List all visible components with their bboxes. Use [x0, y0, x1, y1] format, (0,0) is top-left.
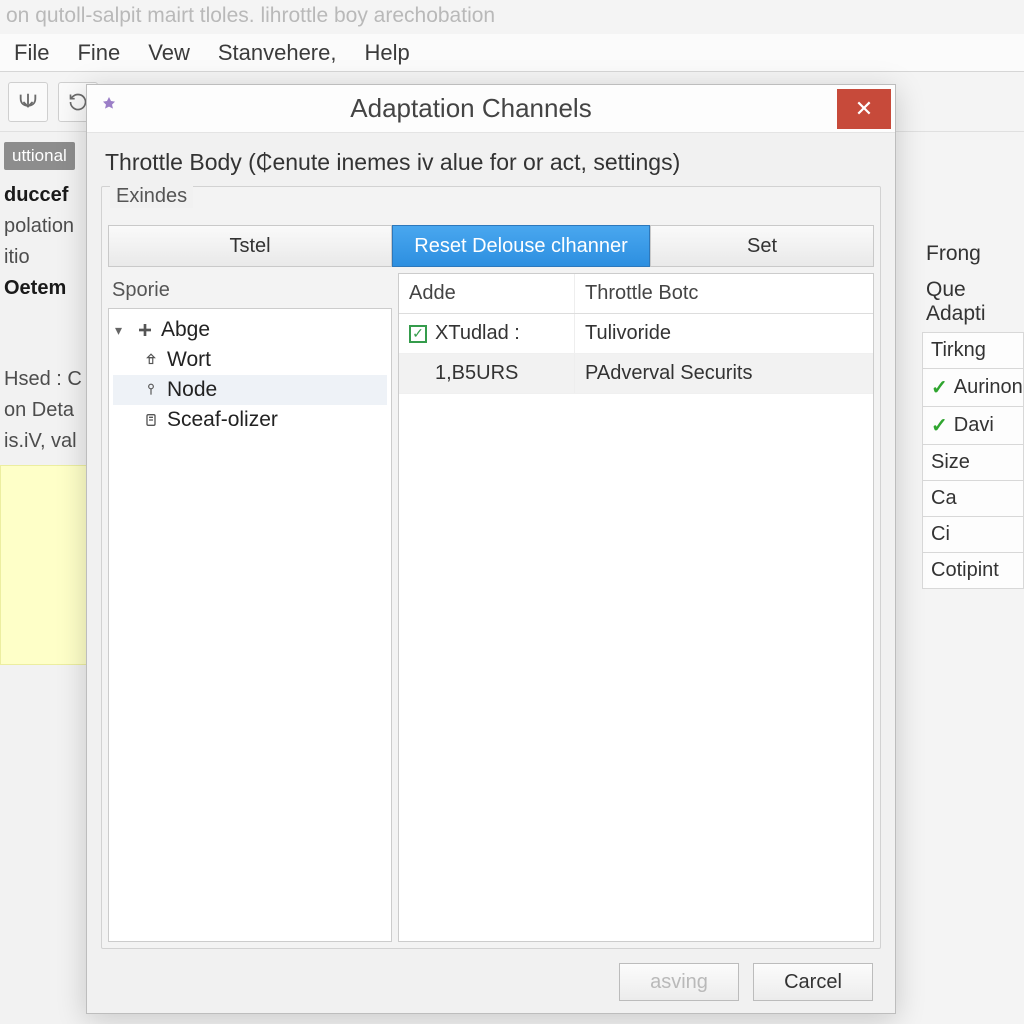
- menu-file[interactable]: File: [0, 34, 63, 72]
- menu-fine[interactable]: Fine: [63, 34, 134, 72]
- right-header: Frong: [922, 236, 1024, 272]
- tree-node-root[interactable]: ▾ Abge: [113, 315, 387, 345]
- tree-node[interactable]: Wort: [113, 345, 387, 375]
- column-header-throttle[interactable]: Throttle Botc: [575, 274, 873, 313]
- right-cell[interactable]: ✓Aurinon: [922, 368, 1024, 407]
- tree-node-label: Node: [167, 378, 217, 402]
- right-cell[interactable]: Cotipint: [922, 552, 1024, 589]
- right-panel: Frong Que Adapti Tirkng ✓Aurinon ✓Davi S…: [922, 236, 1024, 588]
- node-icon: [141, 410, 161, 430]
- cell-value: Tulivoride: [575, 314, 873, 353]
- group-label: Exindes: [110, 185, 193, 208]
- sidebar-label: Oetem: [0, 273, 90, 304]
- sidebar-label: polation: [0, 211, 90, 242]
- tree-node-label: Wort: [167, 348, 211, 372]
- right-header: Que Adapti: [922, 272, 1024, 332]
- dialog-titlebar: Adaptation Channels ✕: [87, 85, 895, 133]
- tab-reset-channel[interactable]: Reset Delouse clhanner: [392, 225, 650, 267]
- right-cell[interactable]: Ci: [922, 516, 1024, 553]
- dialog-footer: asving Carcel: [87, 957, 895, 1013]
- cell-value: XTudlad :: [435, 322, 520, 345]
- cell-value: 1,B5URS: [435, 362, 518, 384]
- ok-button: asving: [619, 963, 739, 1001]
- dialog-subtitle: Throttle Body (₵enute inemes iv alue for…: [101, 143, 881, 186]
- grid-header: Adde Throttle Botc: [399, 274, 873, 314]
- sidebar-label: on Deta: [0, 395, 90, 426]
- tab-row: Tstel Reset Delouse clhanner Set: [108, 225, 874, 267]
- right-cell[interactable]: Size: [922, 444, 1024, 481]
- tab-tstel[interactable]: Tstel: [108, 225, 392, 267]
- grid-row[interactable]: 1,B5URS PAdverval Securits: [399, 354, 873, 394]
- caret-down-icon: ▾: [115, 322, 129, 339]
- menu-stanvehere[interactable]: Stanvehere,: [204, 34, 351, 72]
- dialog-title: Adaptation Channels: [125, 93, 837, 124]
- cancel-button[interactable]: Carcel: [753, 963, 873, 1001]
- cell-value: PAdverval Securits: [575, 354, 873, 393]
- menubar: File Fine Vew Stanvehere, Help: [0, 34, 1024, 72]
- menu-view[interactable]: Vew: [134, 34, 204, 72]
- column-header-adde[interactable]: Adde: [399, 274, 575, 313]
- sidebar-label: is.iV, val: [0, 426, 90, 457]
- left-sidebar: uttional duccef polation itio Oetem Hsed…: [0, 132, 90, 1024]
- menu-help[interactable]: Help: [350, 34, 423, 72]
- right-cell[interactable]: Ca: [922, 480, 1024, 517]
- tab-set[interactable]: Set: [650, 225, 874, 267]
- adaptation-channels-dialog: Adaptation Channels ✕ Throttle Body (₵en…: [86, 84, 896, 1014]
- tree-node-label: Abge: [161, 318, 210, 342]
- tree-pane: Sporie ▾ Abge: [108, 273, 392, 942]
- app-icon: [97, 95, 125, 123]
- check-icon: ✓: [931, 375, 948, 400]
- window-title: on qutoll-salpit mairt tloles. lihrottle…: [6, 4, 495, 28]
- tree-node-label: Sceaf-olizer: [167, 408, 278, 432]
- node-icon: [141, 350, 161, 370]
- sidebar-label: itio: [0, 242, 90, 273]
- close-icon: ✕: [855, 96, 873, 122]
- exindes-group: Exindes Tstel Reset Delouse clhanner Set…: [101, 186, 881, 949]
- close-button[interactable]: ✕: [837, 89, 891, 129]
- node-icon: [141, 380, 161, 400]
- tree[interactable]: ▾ Abge Wort: [108, 308, 392, 942]
- right-cell[interactable]: Tirkng: [922, 332, 1024, 369]
- check-icon: ✓: [931, 413, 948, 438]
- sidebar-label: Hsed : C: [0, 364, 90, 395]
- checkbox-checked-icon[interactable]: ✓: [409, 325, 427, 343]
- right-cell[interactable]: ✓Davi: [922, 406, 1024, 445]
- plus-icon: [135, 320, 155, 340]
- grid-row[interactable]: ✓ XTudlad : Tulivoride: [399, 314, 873, 354]
- sidebar-chip: uttional: [4, 142, 75, 170]
- tree-node[interactable]: Node: [113, 375, 387, 405]
- notes-panel: [0, 465, 90, 665]
- grid-pane: Adde Throttle Botc ✓ XTudlad : Tulivorid…: [398, 273, 874, 942]
- tree-label: Sporie: [108, 273, 392, 308]
- tree-node[interactable]: Sceaf-olizer: [113, 405, 387, 435]
- sidebar-label: duccef: [0, 180, 90, 211]
- toolbar-download-icon[interactable]: [8, 82, 48, 122]
